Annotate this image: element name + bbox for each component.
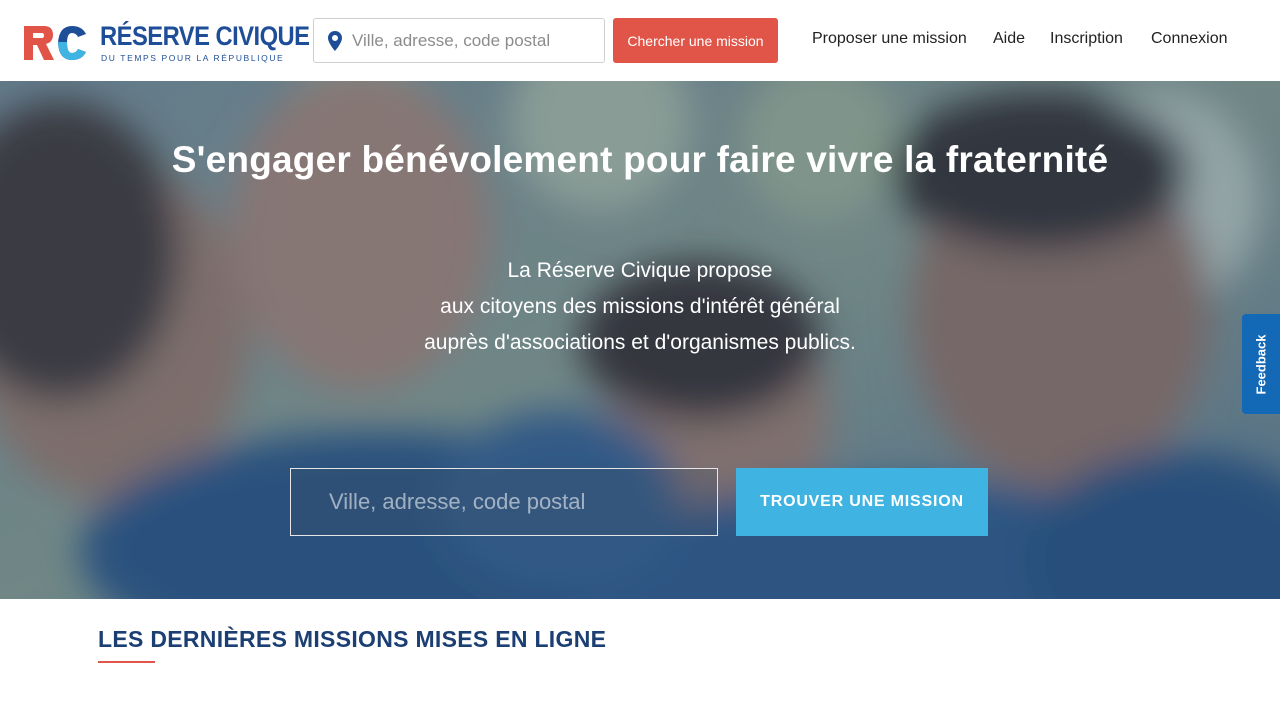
header-search-input[interactable]: [352, 19, 600, 62]
hero-line-2: aux citoyens des missions d'intérêt géné…: [440, 295, 840, 318]
feedback-label: Feedback: [1253, 334, 1269, 394]
nav-propose-mission[interactable]: Proposer une mission: [812, 30, 967, 48]
hero-search-box: [290, 468, 718, 536]
nav-signup[interactable]: Inscription: [1050, 30, 1123, 48]
search-mission-button[interactable]: Chercher une mission: [613, 18, 778, 63]
rc-logo-icon: [24, 26, 86, 60]
site-logo[interactable]: RÉSERVE CIVIQUE DU TEMPS POUR LA RÉPUBLI…: [22, 20, 310, 66]
hero-line-3: auprès d'associations et d'organismes pu…: [424, 331, 856, 354]
site-header: RÉSERVE CIVIQUE DU TEMPS POUR LA RÉPUBLI…: [0, 0, 1280, 81]
hero-search-input[interactable]: [291, 469, 717, 535]
hero-description: La Réserve Civique propose aux citoyens …: [0, 253, 1280, 361]
logo-subtitle: DU TEMPS POUR LA RÉPUBLIQUE: [101, 53, 285, 63]
hero-banner: S'engager bénévolement pour faire vivre …: [0, 81, 1280, 599]
find-mission-button[interactable]: TROUVER UNE MISSION: [736, 468, 988, 536]
nav-login[interactable]: Connexion: [1151, 30, 1228, 48]
header-search-box: [313, 18, 605, 63]
latest-missions-title: LES DERNIÈRES MISSIONS MISES EN LIGNE: [98, 626, 607, 652]
map-pin-icon: [328, 31, 342, 51]
logo-title: RÉSERVE CIVIQUE: [100, 21, 310, 51]
section-title-underline: [98, 661, 155, 663]
hero-title: S'engager bénévolement pour faire vivre …: [171, 139, 1109, 180]
feedback-tab[interactable]: Feedback: [1242, 314, 1280, 414]
hero-line-1: La Réserve Civique propose: [507, 259, 773, 282]
nav-help[interactable]: Aide: [993, 30, 1025, 48]
